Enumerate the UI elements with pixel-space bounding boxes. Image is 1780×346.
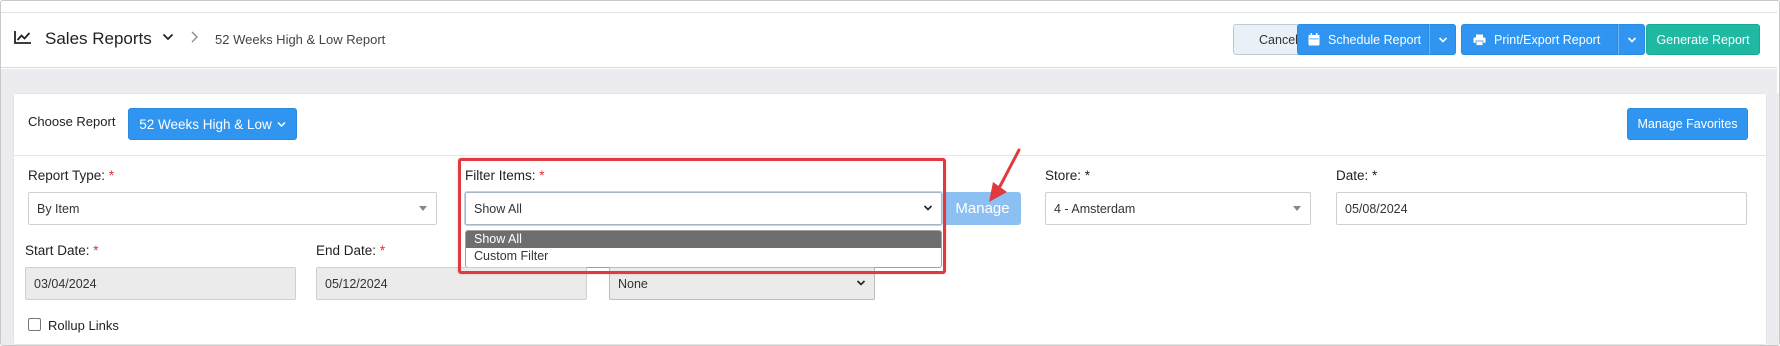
print-export-dropdown[interactable]	[1618, 24, 1645, 55]
choose-report-value: 52 Weeks High & Low	[139, 116, 272, 132]
date-value: 05/08/2024	[1345, 201, 1408, 216]
schedule-report-dropdown[interactable]	[1429, 24, 1456, 55]
store-value: 4 - Amsterdam	[1054, 201, 1136, 216]
arrow-annotation-icon	[989, 148, 1021, 202]
chevron-down-icon	[856, 280, 866, 286]
end-date-label: End Date: *	[316, 243, 385, 258]
rollup-links-checkbox[interactable]	[28, 318, 41, 331]
print-export-label: Print/Export Report	[1494, 32, 1601, 47]
print-export-button[interactable]: Print/Export Report	[1461, 24, 1618, 55]
extra-select-value: None	[618, 276, 648, 291]
required-mark: *	[108, 168, 115, 183]
chevron-down-icon	[277, 121, 286, 127]
report-type-value: By Item	[37, 201, 80, 216]
schedule-report-label: Schedule Report	[1328, 32, 1422, 47]
start-date-label-text: Start Date:	[25, 243, 90, 258]
start-date-label: Start Date: *	[25, 243, 99, 258]
start-date-input: 03/04/2024	[25, 267, 296, 300]
chevron-down-icon	[1438, 36, 1447, 43]
date-label-text: Date:	[1336, 168, 1369, 183]
store-label-text: Store:	[1045, 168, 1082, 183]
page-gutter-left	[1, 93, 13, 345]
printer-icon	[1473, 34, 1486, 46]
choose-report-label: Choose Report	[28, 114, 116, 129]
store-label: Store: *	[1045, 168, 1090, 183]
required-mark: *	[1372, 168, 1378, 183]
end-date-label-text: End Date:	[316, 243, 377, 258]
page-title: Sales Reports	[45, 29, 152, 48]
breadcrumb-current: 52 Weeks High & Low Report	[215, 32, 386, 47]
store-select[interactable]: 4 - Amsterdam	[1045, 192, 1311, 225]
date-input[interactable]: 05/08/2024	[1336, 192, 1747, 225]
report-type-label: Report Type: *	[28, 168, 114, 183]
choose-report-dropdown[interactable]: 52 Weeks High & Low	[128, 108, 297, 140]
header-spacer	[1, 69, 1777, 93]
caret-down-icon	[419, 206, 427, 211]
highlight-annotation	[458, 158, 946, 274]
required-mark: *	[379, 243, 386, 258]
chevron-right-icon	[191, 31, 198, 43]
generate-report-button[interactable]: Generate Report	[1646, 24, 1760, 55]
end-date-value: 05/12/2024	[325, 276, 388, 291]
rollup-links-label: Rollup Links	[48, 318, 119, 333]
page-gutter-right	[1767, 93, 1779, 345]
chevron-down-icon[interactable]	[162, 32, 174, 42]
report-type-select[interactable]: By Item	[28, 192, 437, 225]
manage-favorites-button[interactable]: Manage Favorites	[1627, 108, 1748, 140]
report-type-label-text: Report Type:	[28, 168, 106, 183]
chevron-down-icon	[1627, 36, 1636, 43]
chart-line-icon	[14, 31, 31, 44]
calendar-icon	[1308, 33, 1320, 46]
required-mark: *	[93, 243, 99, 258]
schedule-report-button[interactable]: Schedule Report	[1297, 24, 1429, 55]
caret-down-icon	[1293, 206, 1301, 211]
card-divider	[13, 155, 1767, 156]
date-label: Date: *	[1336, 168, 1377, 183]
required-mark: *	[1084, 168, 1091, 183]
start-date-value: 03/04/2024	[34, 276, 97, 291]
